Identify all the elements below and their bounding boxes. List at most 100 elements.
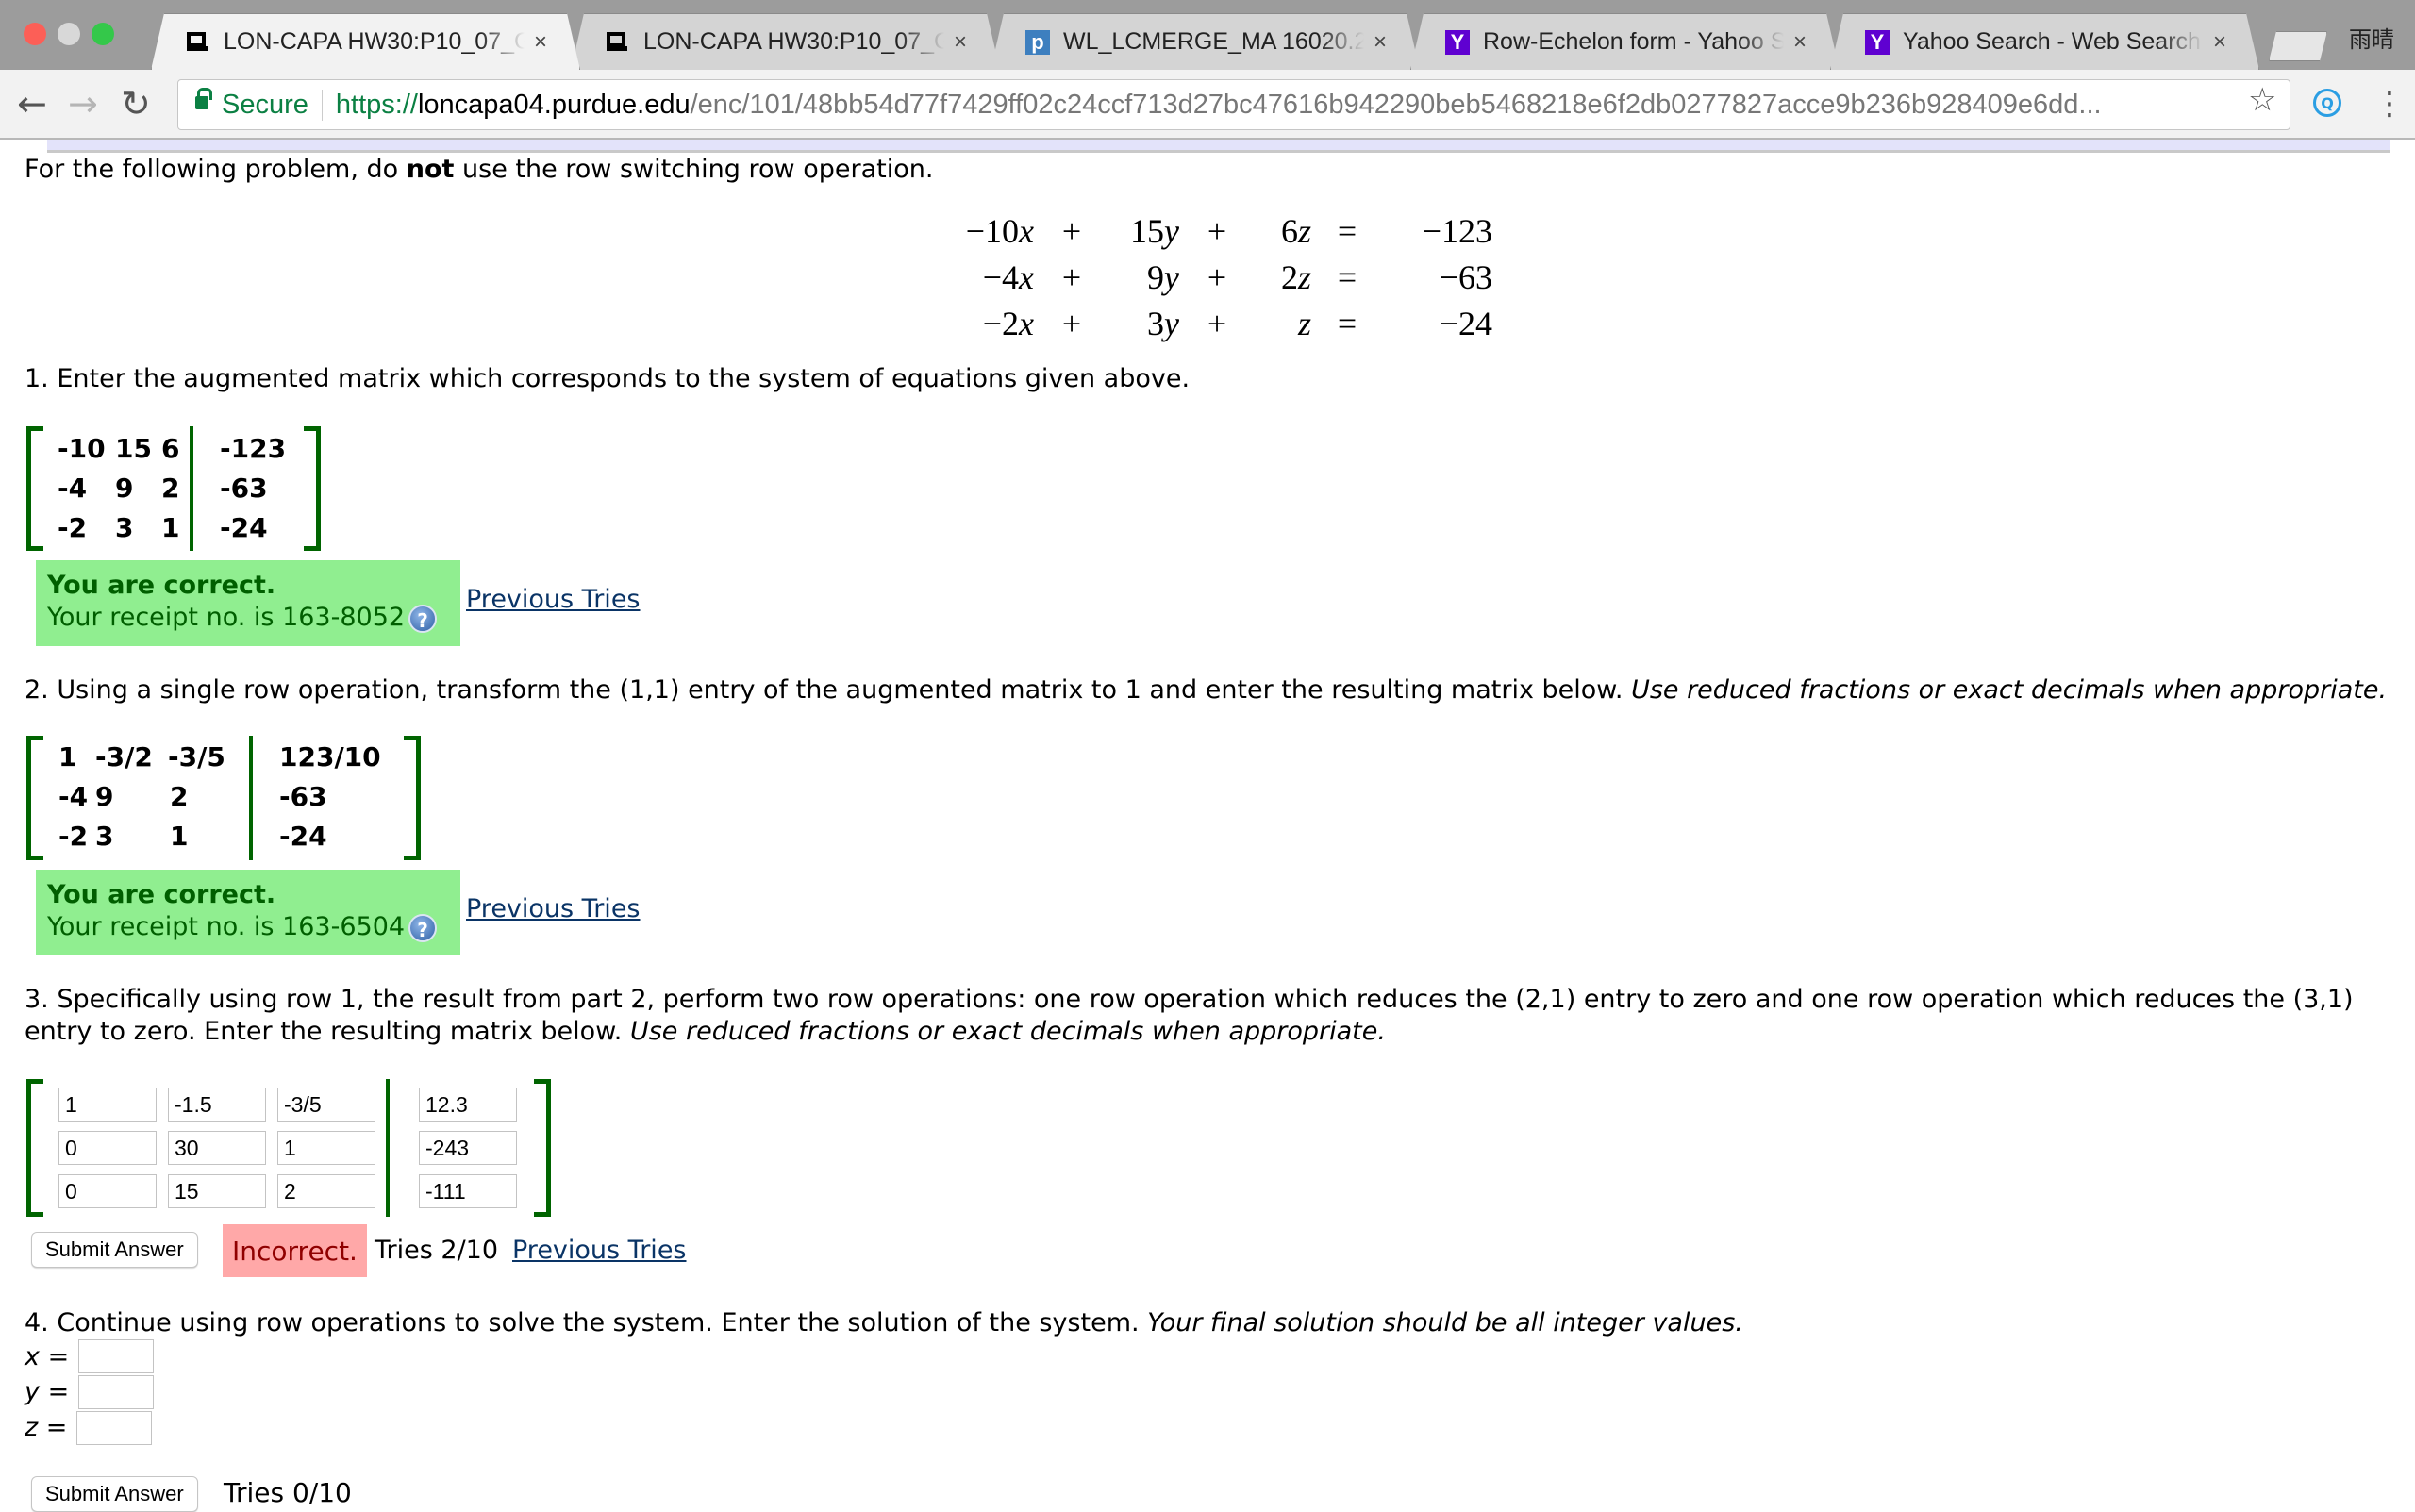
intro-after: use the row switching row operation. [454, 155, 934, 184]
matrix-cell: 2 [170, 781, 189, 812]
q2-text-italic: Use reduced fractions or exact decimals … [1631, 675, 2388, 705]
question-4-text: 4. Continue using row operations to solv… [25, 1308, 1743, 1338]
matrix-input-r2c1[interactable] [58, 1131, 157, 1165]
q3-text-main: entry to zero. Enter the resulting matri… [25, 1017, 630, 1046]
augment-divider [386, 1079, 390, 1217]
matrix-cell: -3/2 [95, 741, 153, 773]
system-of-equations: −10x + 15y + 6z = −123 −4x + 9y + 2z = −… [953, 208, 1492, 346]
tab-title: LON-CAPA HW30:P10_07_Ga [224, 28, 525, 55]
q2-previous-tries-link[interactable]: Previous Tries [466, 894, 641, 923]
coef-x: −10x [965, 211, 1034, 250]
matrix-input-r3c4[interactable] [419, 1174, 517, 1208]
matrix-input-r2c2[interactable] [168, 1131, 266, 1165]
close-tab-icon[interactable]: × [534, 29, 547, 56]
feedback-title: You are correct. [47, 571, 276, 600]
matrix-cell: -63 [279, 781, 327, 812]
q3-previous-tries-link[interactable]: Previous Tries [512, 1236, 687, 1265]
q3-tries-count: Tries 2/10 [375, 1236, 499, 1265]
question-2-text: 2. Using a single row operation, transfo… [25, 675, 2387, 705]
q3-submit-answer-button[interactable]: Submit Answer [31, 1232, 198, 1268]
problem-content: For the following problem, do not use th… [0, 0, 2415, 1512]
q2-correct-feedback: You are correct. Your receipt no. is 163… [36, 870, 460, 955]
coef-z: z [1297, 304, 1311, 342]
y-input[interactable] [78, 1375, 154, 1409]
equals-sign: = [1337, 304, 1357, 342]
tab-loncapa-1[interactable]: LON-CAPA HW30:P10_07_Ga × [151, 13, 580, 70]
plus-sign: + [1207, 211, 1227, 250]
coef-x: −4x [982, 258, 1034, 296]
matrix-input-r3c1[interactable] [58, 1174, 157, 1208]
left-bracket [26, 1079, 43, 1217]
q1-correct-feedback: You are correct. Your receipt no. is 163… [36, 560, 460, 646]
matrix-cell: 123/10 [279, 741, 381, 773]
matrix-input-r3c2[interactable] [168, 1174, 266, 1208]
matrix-cell: 3 [95, 821, 114, 852]
matrix-input-r1c3[interactable] [277, 1088, 375, 1122]
rhs: −24 [1439, 304, 1492, 342]
matrix-cell: 6 [161, 433, 180, 464]
right-bracket [304, 426, 321, 551]
augment-divider [249, 736, 253, 860]
matrix-input-r1c1[interactable] [58, 1088, 157, 1122]
coef-y: 3y [1147, 304, 1179, 342]
y-label: y = [25, 1377, 70, 1406]
matrix-input-r1c2[interactable] [168, 1088, 266, 1122]
q4-text-italic: Your final solution should be all intege… [1147, 1308, 1743, 1338]
question-3-text-line2: entry to zero. Enter the resulting matri… [25, 1017, 1386, 1046]
q4-text-main: 4. Continue using row operations to solv… [25, 1308, 1148, 1338]
help-icon[interactable]: ? [408, 604, 438, 633]
right-bracket [404, 736, 421, 860]
x-label: x = [25, 1342, 70, 1371]
x-input[interactable] [78, 1339, 154, 1373]
matrix-cell: 15 [115, 433, 152, 464]
q3-matrix-input [26, 1079, 551, 1217]
matrix-cell: 1 [170, 821, 189, 852]
matrix-input-r1c4[interactable] [419, 1088, 517, 1122]
plus-sign: + [1061, 258, 1082, 296]
matrix-cell: -4 [58, 473, 88, 504]
feedback-title: You are correct. [47, 880, 276, 909]
matrix-cell: -2 [58, 512, 88, 543]
matrix-cell: -123 [220, 433, 287, 464]
receipt-number: Your receipt no. is 163-8052 [47, 603, 406, 632]
equation-row: −4x + 9y + 2z = −63 [953, 254, 1492, 300]
q2-text-main: 2. Using a single row operation, transfo… [25, 675, 1632, 705]
equals-sign: = [1337, 258, 1357, 296]
plus-sign: + [1061, 304, 1082, 342]
matrix-cell: 1 [58, 741, 77, 773]
intro-text: For the following problem, do not use th… [25, 155, 933, 184]
matrix-input-r2c4[interactable] [419, 1131, 517, 1165]
equation-row: −10x + 15y + 6z = −123 [953, 208, 1492, 254]
z-input[interactable] [76, 1411, 152, 1445]
loncapa-icon [186, 30, 210, 55]
matrix-cell: 2 [161, 473, 180, 504]
question-1-text: 1. Enter the augmented matrix which corr… [25, 364, 1191, 393]
coef-x: −2x [982, 304, 1034, 342]
q4-submit-answer-button[interactable]: Submit Answer [31, 1476, 198, 1512]
intro-before: For the following problem, do [25, 155, 407, 184]
rhs: −63 [1439, 258, 1492, 296]
help-icon[interactable]: ? [408, 913, 438, 942]
left-bracket [26, 736, 43, 860]
matrix-cell: -2 [58, 821, 89, 852]
right-bracket [534, 1079, 551, 1217]
matrix-cell: -24 [279, 821, 327, 852]
matrix-cell: -4 [58, 781, 89, 812]
augment-divider [190, 426, 193, 551]
matrix-input-r2c3[interactable] [277, 1131, 375, 1165]
matrix-cell: -3/5 [168, 741, 225, 773]
question-3-text-line1: 3. Specifically using row 1, the result … [25, 985, 2354, 1014]
matrix-cell: 9 [95, 781, 114, 812]
receipt-number: Your receipt no. is 163-6504 [47, 912, 406, 941]
matrix-input-r3c3[interactable] [277, 1174, 375, 1208]
coef-z: 6z [1280, 211, 1311, 250]
q4-tries-count: Tries 0/10 [224, 1477, 352, 1508]
q1-previous-tries-link[interactable]: Previous Tries [466, 585, 641, 614]
q2-matrix: 1 -3/2 -3/5 123/10 -4 9 2 -63 -2 3 1 -24 [26, 736, 421, 860]
rhs: −123 [1422, 211, 1492, 250]
matrix-cell: -63 [220, 473, 268, 504]
equation-row: −2x + 3y + z = −24 [953, 300, 1492, 346]
q3-text-italic: Use reduced fractions or exact decimals … [629, 1017, 1386, 1046]
matrix-cell: -10 [58, 433, 106, 464]
coef-y: 15y [1130, 211, 1179, 250]
